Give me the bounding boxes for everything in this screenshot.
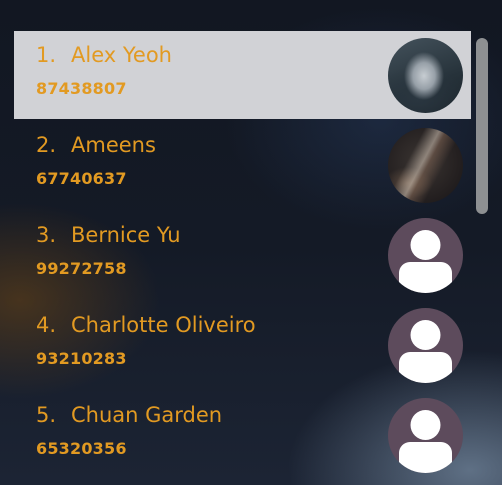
contact-card[interactable]: 2. Ameens 67740637 — [14, 121, 471, 209]
contact-name: Ameens — [71, 133, 156, 157]
contact-list[interactable]: 1. Alex Yeoh 87438807 2. Ameens 67740637 3… — [0, 0, 476, 485]
contact-card[interactable]: 1. Alex Yeoh 87438807 — [14, 31, 471, 119]
default-person-icon — [388, 398, 463, 473]
contact-phone: 99272758 — [36, 259, 127, 278]
contact-name: Alex Yeoh — [71, 43, 172, 67]
avatar-wolf-photo — [388, 38, 463, 113]
contact-card[interactable]: 5. Chuan Garden 65320356 — [14, 391, 471, 479]
avatar-galaxy-photo — [388, 128, 463, 203]
contact-name: Chuan Garden — [71, 403, 223, 427]
contact-phone: 67740637 — [36, 169, 127, 188]
contact-phone: 93210283 — [36, 349, 127, 368]
contact-name: Bernice Yu — [71, 223, 181, 247]
contact-phone: 65320356 — [36, 439, 127, 458]
contact-index: 3. — [36, 223, 57, 247]
contact-title: 5. Chuan Garden — [36, 403, 222, 427]
contact-title: 1. Alex Yeoh — [36, 43, 172, 67]
contact-index: 4. — [36, 313, 57, 337]
contact-card[interactable]: 4. Charlotte Oliveiro 93210283 — [14, 301, 471, 389]
vertical-scrollbar-thumb[interactable] — [476, 38, 488, 214]
contact-name: Charlotte Oliveiro — [71, 313, 256, 337]
contact-title: 3. Bernice Yu — [36, 223, 181, 247]
contact-index: 5. — [36, 403, 57, 427]
contact-title: 4. Charlotte Oliveiro — [36, 313, 256, 337]
contact-phone: 87438807 — [36, 79, 127, 98]
contact-index: 2. — [36, 133, 57, 157]
contact-title: 2. Ameens — [36, 133, 156, 157]
contact-index: 1. — [36, 43, 57, 67]
default-person-icon — [388, 308, 463, 383]
default-person-icon — [388, 218, 463, 293]
contact-card[interactable]: 3. Bernice Yu 99272758 — [14, 211, 471, 299]
